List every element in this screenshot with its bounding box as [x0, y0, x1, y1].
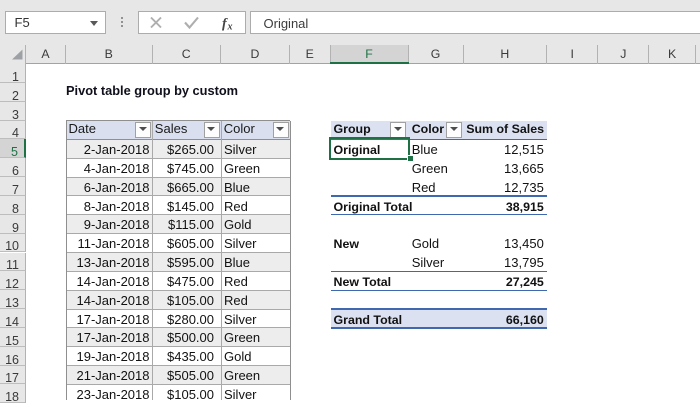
- svg-text:x: x: [226, 22, 232, 33]
